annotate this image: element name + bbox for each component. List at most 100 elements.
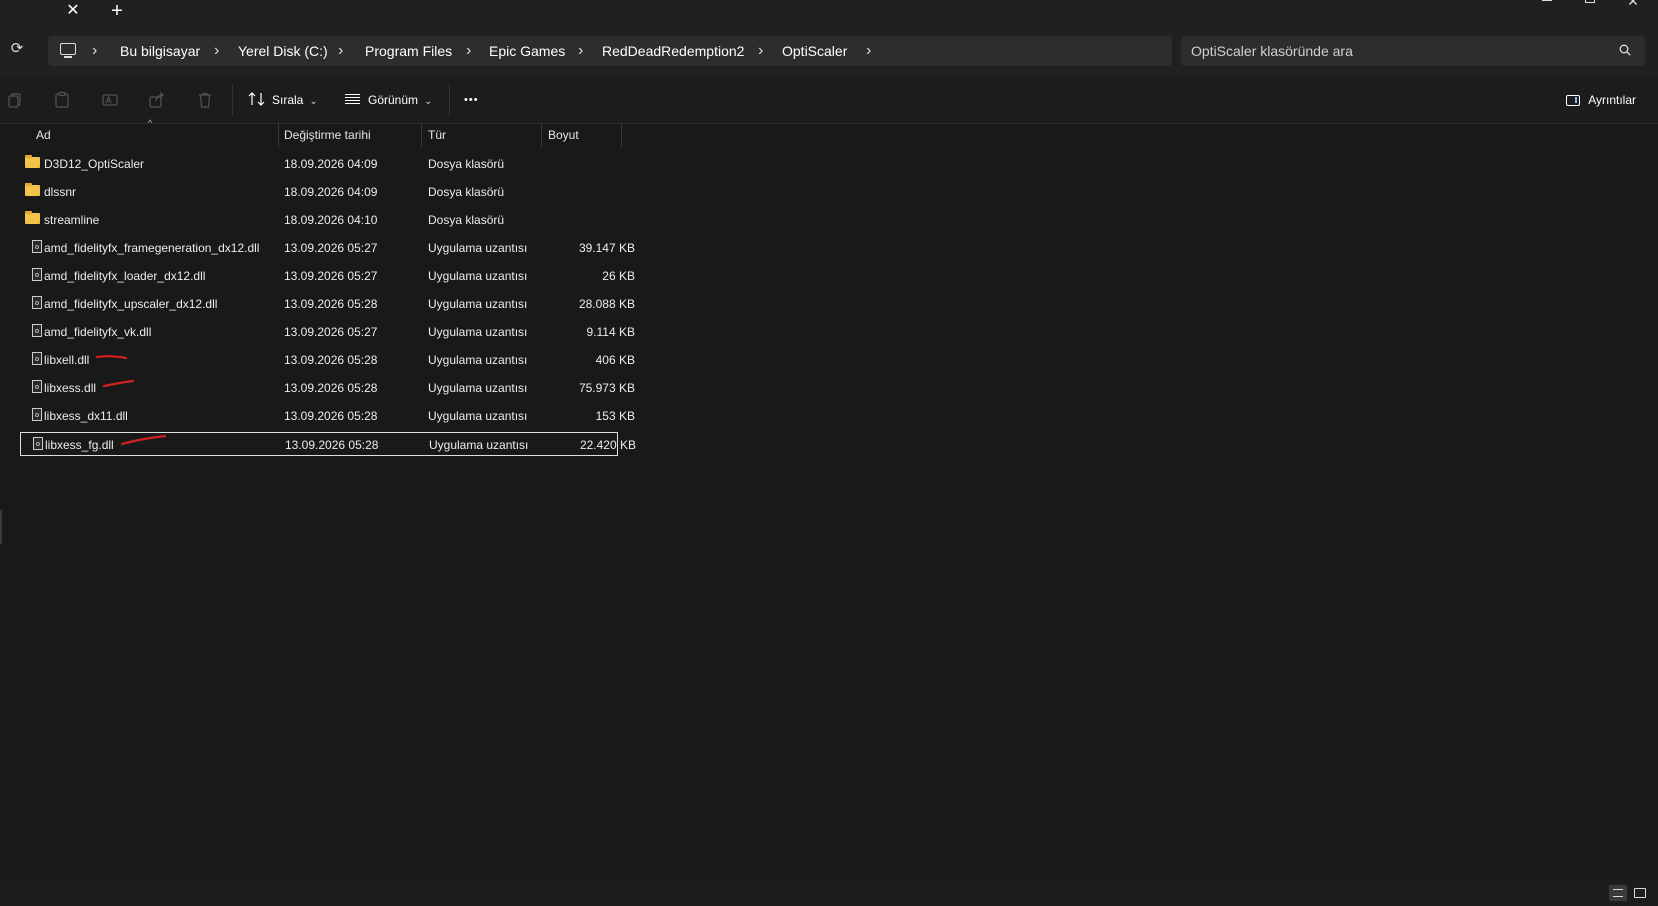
toolbar-divider (449, 84, 450, 116)
folder-icon (25, 155, 40, 168)
file-size: 26 KB (602, 269, 635, 283)
chevron-right-icon[interactable]: › (578, 36, 583, 66)
chevron-right-icon[interactable]: › (466, 36, 471, 66)
file-type: Dosya klasörü (428, 157, 505, 171)
file-size (540, 152, 635, 176)
paste-icon[interactable] (53, 91, 71, 109)
chevron-right-icon[interactable]: › (758, 36, 763, 66)
file-type: Uygulama uzantısı (428, 381, 528, 395)
refresh-icon[interactable]: ⟳ (8, 40, 26, 58)
file-date: 13.09.2026 05:27 (284, 269, 378, 283)
share-icon[interactable] (148, 91, 166, 109)
file-date: 13.09.2026 05:27 (284, 241, 378, 255)
resize-edge[interactable] (0, 510, 2, 544)
close-tab-icon[interactable]: ✕ (64, 2, 82, 20)
file-size: 39.147 KB (578, 241, 635, 255)
view-icon (345, 93, 360, 105)
breadcrumb-item-optiscaler[interactable]: OptiScaler (782, 36, 847, 66)
dll-file-icon (32, 268, 42, 281)
command-bar: Sırala ⌄ Görünüm ⌄ ••• Ayrıntılar (0, 76, 1658, 124)
chevron-right-icon[interactable]: › (92, 36, 97, 66)
file-size: 153 KB (595, 409, 635, 423)
file-row[interactable]: libxell.dll 13.09.2026 05:28 Uygulama uzan… (20, 348, 635, 372)
view-label: Görünüm (368, 93, 419, 107)
computer-icon (60, 43, 76, 58)
rename-icon[interactable] (101, 91, 119, 109)
delete-icon[interactable] (196, 91, 214, 109)
file-name: libxell.dll (44, 353, 90, 367)
file-type: Uygulama uzantısı (428, 241, 528, 255)
file-row[interactable]: amd_fidelityfx_framegeneration_dx12.dll 1… (20, 236, 635, 260)
breadcrumb[interactable]: › Bu bilgisayar › Yerel Disk (C:) › Prog… (48, 36, 1172, 66)
file-date: 18.09.2026 04:09 (284, 157, 378, 171)
file-row-selected[interactable]: libxess_fg.dll 13.09.2026 05:28 Uygulama u… (20, 432, 636, 456)
column-divider[interactable] (541, 123, 542, 147)
breadcrumb-item-this-pc[interactable]: Bu bilgisayar (120, 36, 200, 66)
details-label: Ayrıntılar (1588, 93, 1636, 107)
file-name: D3D12_OptiScaler (44, 157, 145, 171)
file-size (540, 208, 635, 232)
close-window-icon[interactable]: ✕ (1623, 0, 1643, 8)
minimize-icon[interactable] (1537, 0, 1557, 8)
breadcrumb-item-rdr2[interactable]: RedDeadRedemption2 (602, 36, 744, 66)
file-type: Uygulama uzantısı (428, 297, 528, 311)
copy-icon[interactable] (6, 91, 24, 109)
column-header-name[interactable]: Ad (36, 123, 51, 147)
file-date: 13.09.2026 05:27 (284, 325, 378, 339)
breadcrumb-item-epic-games[interactable]: Epic Games (489, 36, 565, 66)
chevron-right-icon[interactable]: › (866, 36, 871, 66)
column-header-type[interactable]: Tür (428, 123, 446, 147)
file-date: 18.09.2026 04:09 (284, 185, 378, 199)
details-pane-icon (1566, 95, 1581, 106)
file-type: Uygulama uzantısı (428, 269, 528, 283)
tiles-view-icon[interactable] (1632, 885, 1648, 901)
file-name: amd_fidelityfx_loader_dx12.dll (44, 269, 206, 283)
folder-icon (25, 211, 40, 224)
file-row[interactable]: libxess_dx11.dll 13.09.2026 05:28 Uygulama… (20, 404, 635, 428)
file-size (540, 180, 635, 204)
view-button[interactable]: Görünüm ⌄ (344, 84, 432, 116)
details-view-icon[interactable] (1609, 885, 1627, 901)
chevron-right-icon[interactable]: › (338, 36, 343, 66)
file-row[interactable]: streamline 18.09.2026 04:10 Dosya klasörü (20, 208, 618, 232)
file-row[interactable]: dlssnr 18.09.2026 04:09 Dosya klasörü (20, 180, 618, 204)
sort-ascending-icon: ^ (148, 118, 153, 128)
column-header-size[interactable]: Boyut (548, 123, 579, 147)
file-row[interactable]: libxess.dll 13.09.2026 05:28 Uygulama uzan… (20, 376, 635, 400)
column-header-row: ^ Ad Değiştirme tarihi Tür Boyut (0, 118, 1658, 147)
sort-button[interactable]: Sırala ⌄ (248, 84, 318, 116)
dll-file-icon (32, 380, 42, 393)
dll-file-icon (32, 240, 42, 253)
sort-label: Sırala (272, 93, 304, 107)
file-size: 9.114 KB (586, 325, 635, 339)
file-name: libxess.dll (44, 381, 97, 395)
column-divider[interactable] (621, 123, 622, 147)
breadcrumb-item-local-disk[interactable]: Yerel Disk (C:) (238, 36, 328, 66)
more-options-button[interactable]: ••• (464, 84, 479, 116)
file-row[interactable]: amd_fidelityfx_vk.dll 13.09.2026 05:27 Uyg… (20, 320, 635, 344)
file-row[interactable]: amd_fidelityfx_upscaler_dx12.dll 13.09.20… (20, 292, 635, 316)
new-tab-icon[interactable]: + (108, 1, 126, 21)
file-row[interactable]: D3D12_OptiScaler 18.09.2026 04:09 Dosya kl… (20, 152, 618, 176)
dll-file-icon (32, 296, 42, 309)
folder-icon (25, 183, 40, 196)
column-header-date[interactable]: Değiştirme tarihi (284, 123, 371, 147)
search-icon[interactable] (1619, 44, 1631, 56)
chevron-right-icon[interactable]: › (214, 36, 219, 66)
file-date: 13.09.2026 05:28 (284, 409, 378, 423)
file-type: Uygulama uzantısı (429, 438, 529, 452)
file-type: Uygulama uzantısı (428, 325, 528, 339)
column-divider[interactable] (278, 123, 279, 147)
file-name: libxess_dx11.dll (44, 409, 128, 423)
dll-file-icon (33, 437, 43, 450)
maximize-icon[interactable] (1580, 0, 1600, 8)
search-input[interactable]: OptiScaler klasöründe ara (1181, 36, 1645, 66)
chevron-down-icon: ⌄ (309, 96, 318, 107)
file-name: dlssnr (44, 185, 77, 199)
breadcrumb-item-program-files[interactable]: Program Files (365, 36, 452, 66)
file-name: amd_fidelityfx_vk.dll (44, 325, 152, 339)
column-divider[interactable] (421, 123, 422, 147)
dll-file-icon (32, 408, 42, 421)
file-row[interactable]: amd_fidelityfx_loader_dx12.dll 13.09.2026… (20, 264, 635, 288)
details-pane-button[interactable]: Ayrıntılar (1566, 84, 1636, 116)
